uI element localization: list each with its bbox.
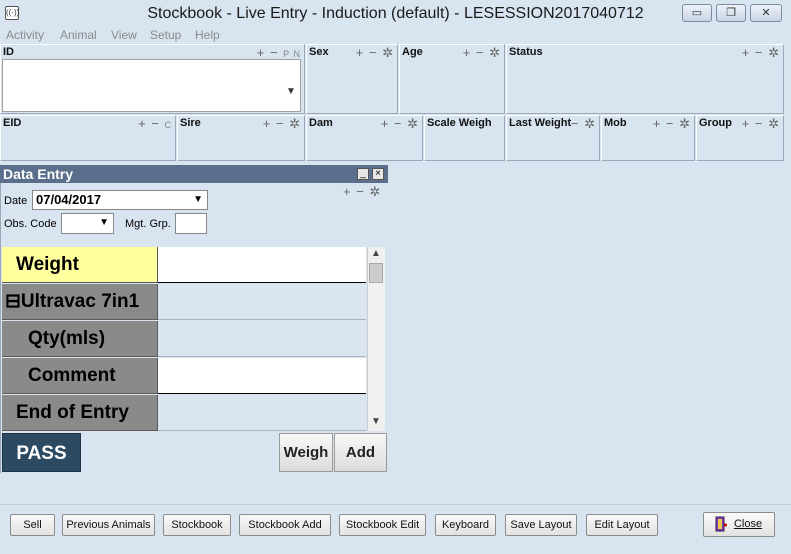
- chevron-down-icon[interactable]: ▼: [367, 416, 385, 427]
- age-tools[interactable]: + − ✲: [463, 45, 501, 61]
- group-panel: Group + − ✲: [696, 115, 784, 161]
- sex-panel: Sex + − ✲: [306, 44, 398, 114]
- chevron-down-icon: ▼: [193, 194, 203, 205]
- scroll-thumb[interactable]: [369, 263, 383, 283]
- sire-tools[interactable]: + − ✲: [263, 116, 301, 132]
- stockbook-add-button[interactable]: Stockbook Add: [239, 514, 331, 536]
- id-tools[interactable]: + − P N: [257, 45, 301, 60]
- restore-button[interactable]: ❐: [716, 4, 746, 22]
- id-label: ID: [3, 46, 14, 58]
- stockbook-edit-button[interactable]: Stockbook Edit: [339, 514, 426, 536]
- data-entry-close-button[interactable]: ×: [372, 168, 384, 180]
- menu-view[interactable]: View: [111, 28, 137, 42]
- group-tools[interactable]: + − ✲: [742, 116, 780, 132]
- dam-panel: Dam + − ✲: [306, 115, 423, 161]
- eid-panel: EID + − C: [0, 115, 176, 161]
- date-label: Date: [4, 195, 28, 207]
- age-panel: Age + − ✲: [399, 44, 505, 114]
- keyboard-button[interactable]: Keyboard: [435, 514, 496, 536]
- weigh-button[interactable]: Weigh: [279, 433, 333, 472]
- last-weight-tools[interactable]: − ✲: [571, 116, 596, 132]
- age-label: Age: [402, 46, 423, 58]
- group-label: Group: [699, 117, 732, 129]
- qty-value: [158, 321, 366, 357]
- eid-tools[interactable]: + − C: [138, 116, 172, 131]
- menu-animal[interactable]: Animal: [60, 28, 97, 42]
- status-label: Status: [509, 46, 543, 58]
- status-tools[interactable]: + − ✲: [742, 45, 780, 61]
- mgt-grp-label: Mgt. Grp.: [125, 218, 171, 230]
- data-entry-minimize-button[interactable]: _: [357, 168, 369, 180]
- add-button[interactable]: Add: [334, 433, 387, 472]
- row-label-qty[interactable]: Qty(mls): [2, 321, 158, 357]
- edit-layout-button[interactable]: Edit Layout: [586, 514, 658, 536]
- chevron-down-icon[interactable]: ▼: [286, 86, 296, 97]
- menu-activity[interactable]: Activity: [6, 28, 44, 42]
- sire-panel: Sire + − ✲: [177, 115, 305, 161]
- obs-code-label: Obs. Code: [4, 218, 57, 230]
- previous-animals-button[interactable]: Previous Animals: [62, 514, 155, 536]
- obs-code-select[interactable]: ▼: [61, 213, 114, 234]
- save-layout-button[interactable]: Save Layout: [505, 514, 577, 536]
- weight-input[interactable]: [158, 247, 366, 283]
- stockbook-button[interactable]: Stockbook: [163, 514, 231, 536]
- sire-label: Sire: [180, 117, 201, 129]
- dam-label: Dam: [309, 117, 333, 129]
- chevron-down-icon: ▼: [99, 217, 109, 228]
- dam-tools[interactable]: + − ✲: [381, 116, 419, 132]
- date-select[interactable]: 07/04/2017 ▼: [32, 190, 208, 210]
- ultravac-value: [158, 284, 366, 320]
- window-title: Stockbook - Live Entry - Induction (defa…: [147, 5, 644, 22]
- last-weight-panel: Last Weight − ✲: [506, 115, 600, 161]
- row-label-end-of-entry[interactable]: End of Entry: [2, 395, 158, 431]
- minimize-button[interactable]: ▭: [682, 4, 712, 22]
- sex-label: Sex: [309, 46, 329, 58]
- row-label-weight[interactable]: Weight: [2, 247, 158, 283]
- chevron-up-icon[interactable]: ▲: [367, 248, 385, 259]
- menu-bar: Activity Animal View Setup Help: [0, 28, 791, 44]
- scale-weigh-label: Scale Weigh: [427, 117, 492, 129]
- id-input[interactable]: [2, 59, 301, 112]
- last-weight-label: Last Weight: [509, 117, 572, 129]
- menu-help[interactable]: Help: [195, 28, 220, 42]
- comment-input[interactable]: [158, 358, 366, 394]
- close-window-button[interactable]: ✕: [750, 4, 782, 22]
- end-of-entry-value: [158, 395, 366, 431]
- mob-label: Mob: [604, 117, 627, 129]
- mgt-grp-input[interactable]: [175, 213, 207, 234]
- data-entry-title: Data Entry: [3, 166, 74, 182]
- scale-weigh-panel: Scale Weigh: [424, 115, 505, 161]
- mob-tools[interactable]: + − ✲: [653, 116, 691, 132]
- menu-setup[interactable]: Setup: [150, 28, 181, 42]
- sell-button[interactable]: Sell: [10, 514, 55, 536]
- row-label-comment[interactable]: Comment: [2, 358, 158, 394]
- pass-button[interactable]: PASS: [2, 433, 81, 472]
- sex-tools[interactable]: + − ✲: [356, 45, 394, 61]
- row-label-ultravac[interactable]: ⊟Ultravac 7in1: [2, 284, 158, 320]
- status-panel: Status + − ✲: [506, 44, 784, 114]
- eid-label: EID: [3, 117, 22, 129]
- door-exit-icon: [715, 516, 727, 532]
- mob-panel: Mob + − ✲: [601, 115, 695, 161]
- data-entry-tools[interactable]: + − ✲: [343, 184, 381, 200]
